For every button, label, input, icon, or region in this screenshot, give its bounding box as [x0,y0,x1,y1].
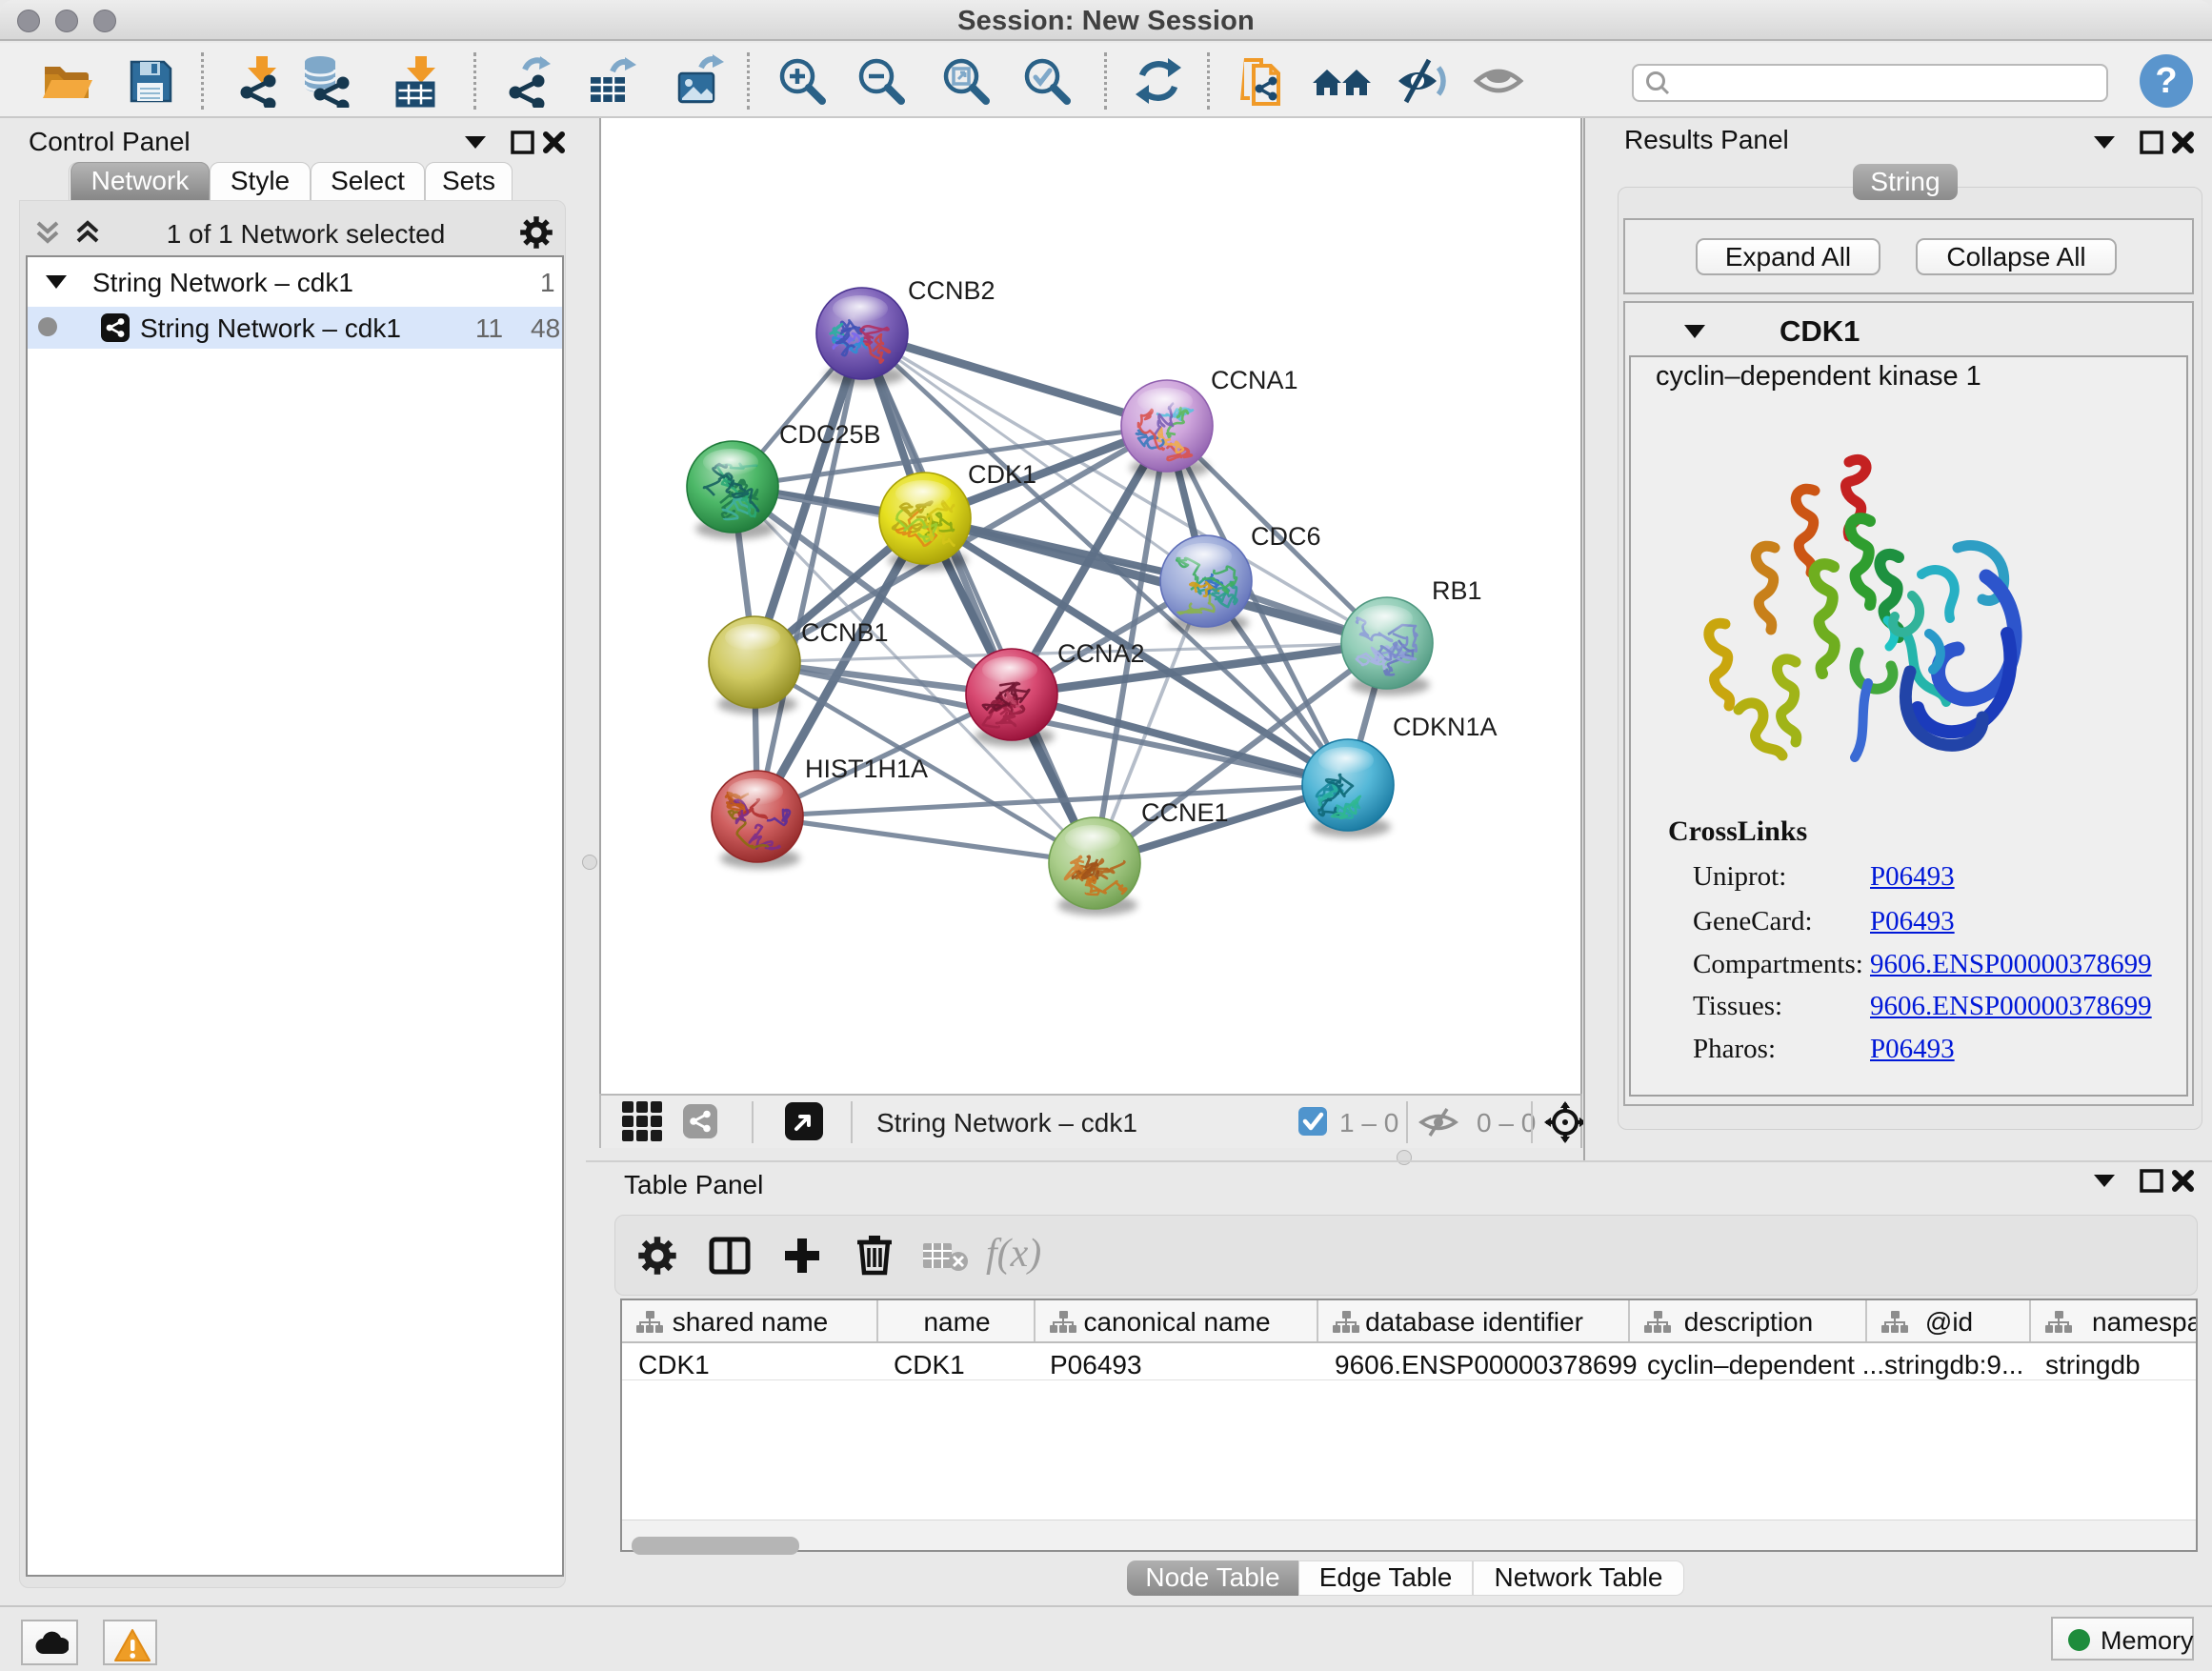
svg-text:?: ? [2155,61,2177,101]
svg-text:CCNE1: CCNE1 [1141,798,1229,827]
svg-text:CDC25B: CDC25B [779,420,881,449]
svg-text:CCNB1: CCNB1 [801,618,889,647]
svg-text:CDC6: CDC6 [1251,522,1321,551]
svg-text:CDK1: CDK1 [968,460,1036,489]
svg-text:CCNA2: CCNA2 [1057,639,1145,668]
svg-text:RB1: RB1 [1432,576,1482,605]
svg-text:CCNA1: CCNA1 [1211,366,1298,394]
svg-text:CDKN1A: CDKN1A [1393,713,1498,741]
svg-text:HIST1H1A: HIST1H1A [805,755,928,783]
svg-text:CCNB2: CCNB2 [908,276,995,305]
